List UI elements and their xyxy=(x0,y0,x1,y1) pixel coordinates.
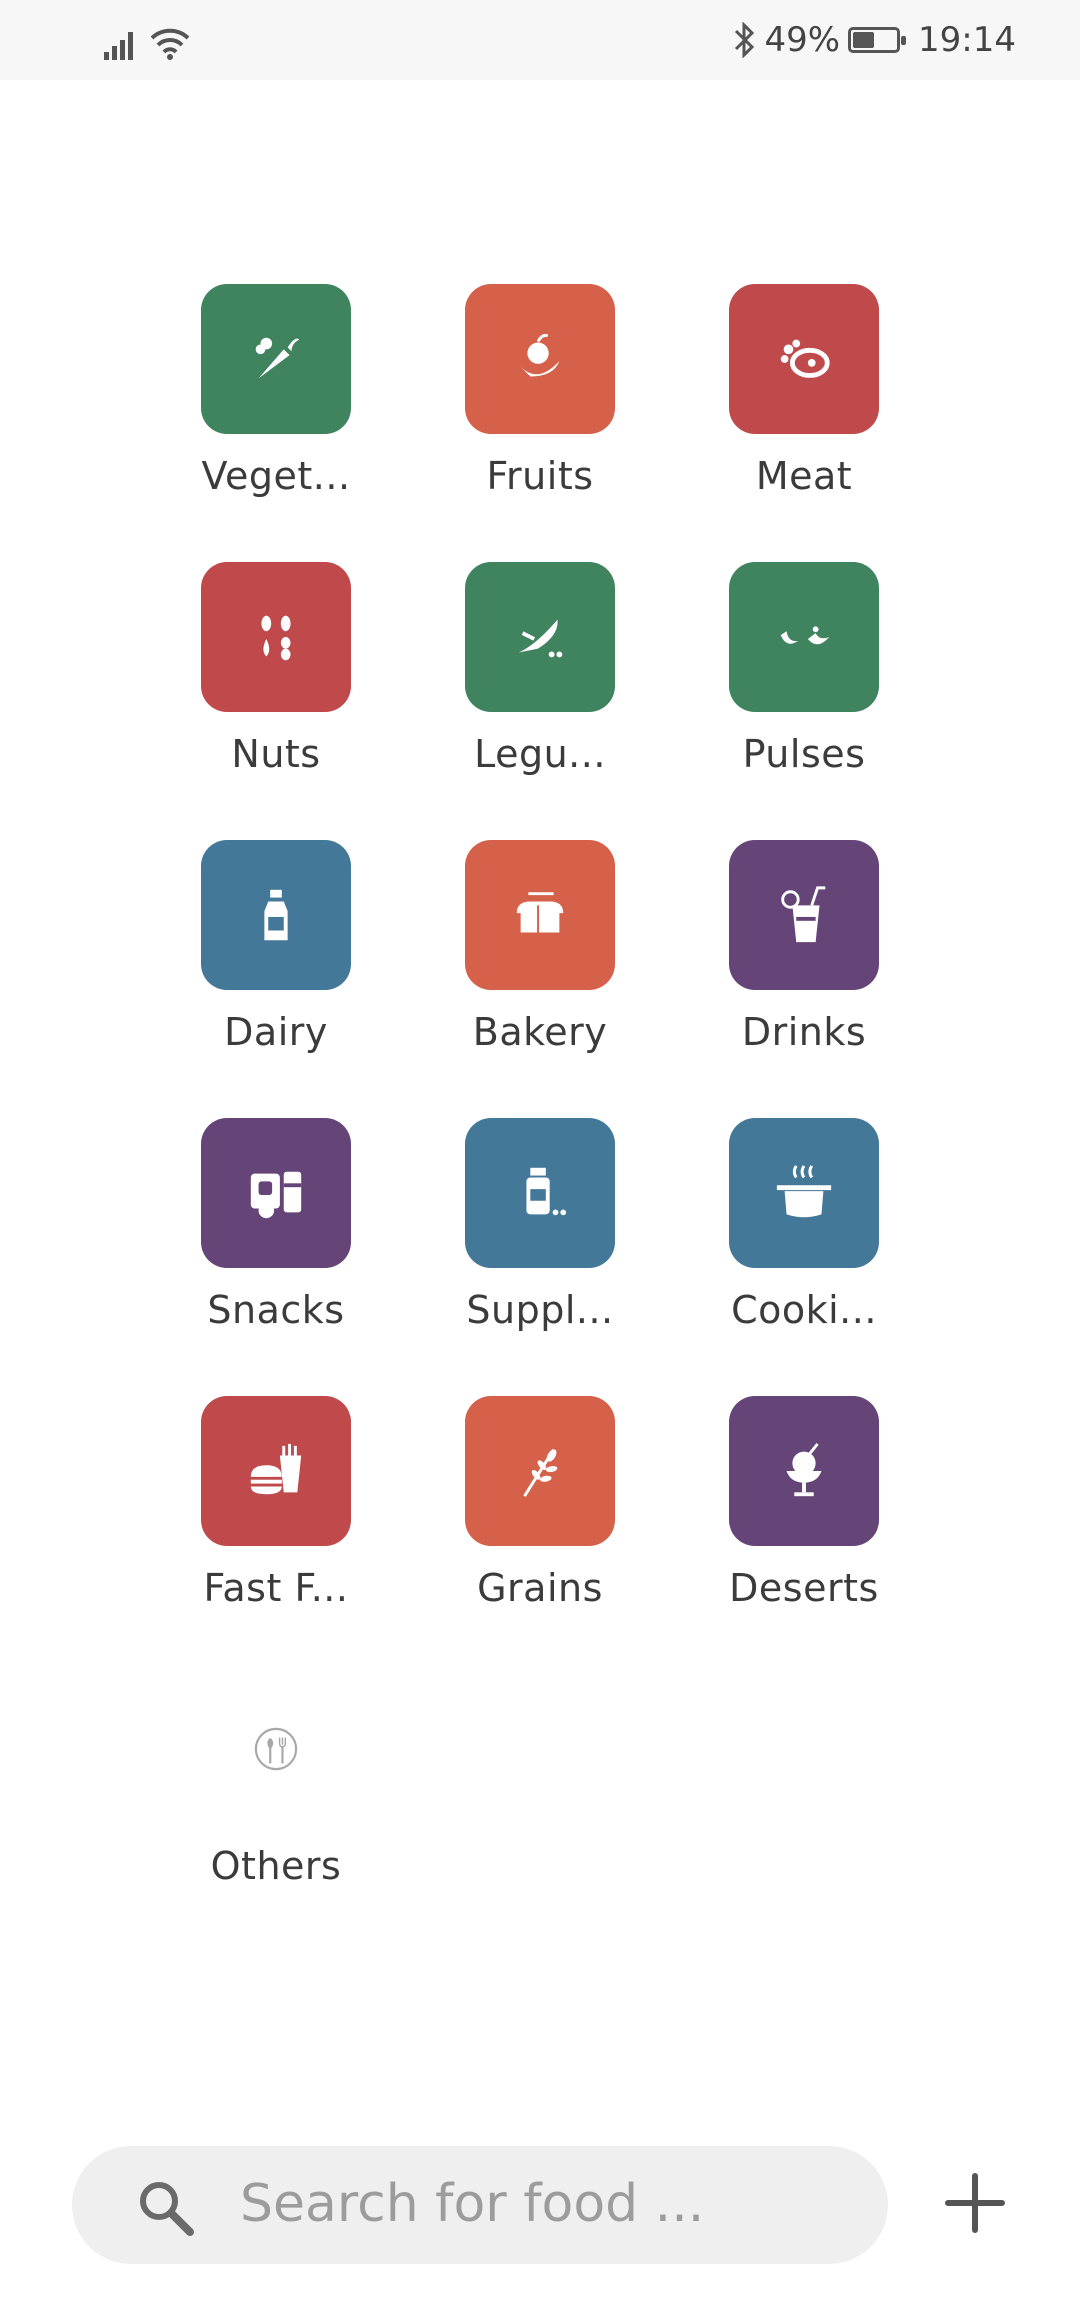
category-icon-box xyxy=(201,1396,351,1546)
category-icon-box xyxy=(201,1118,351,1268)
category-meat[interactable]: Meat xyxy=(672,284,936,514)
category-icon-box xyxy=(201,562,351,712)
wheat-icon xyxy=(523,1448,558,1497)
category-icon-box xyxy=(729,840,879,990)
category-icon-box xyxy=(465,284,615,434)
category-deserts[interactable]: Deserts xyxy=(672,1396,936,1626)
category-cooking[interactable]: Cooki... xyxy=(672,1118,936,1348)
category-snacks[interactable]: Snacks xyxy=(144,1118,408,1348)
category-label: Snacks xyxy=(207,1288,345,1332)
category-legumes[interactable]: Legu... xyxy=(408,562,672,792)
category-label: Drinks xyxy=(741,1010,867,1054)
category-label: Bakery xyxy=(472,1010,608,1054)
category-label: Dairy xyxy=(224,1010,328,1054)
category-icon-box xyxy=(729,1118,879,1268)
fast-food-icon xyxy=(250,1443,302,1495)
category-label: Meat xyxy=(755,454,853,498)
category-supplements[interactable]: Suppl... xyxy=(408,1118,672,1348)
category-label: Others xyxy=(210,1844,342,1888)
category-icon-box xyxy=(465,840,615,990)
cooking-pot-icon xyxy=(776,1165,832,1218)
category-label: Cooki... xyxy=(731,1288,877,1332)
milk-bottle-icon xyxy=(264,889,288,941)
fruit-icon xyxy=(520,333,560,377)
cutlery-icon xyxy=(254,1727,298,1771)
category-icon-box xyxy=(729,284,879,434)
category-icon-box xyxy=(465,1118,615,1268)
category-pulses[interactable]: Pulses xyxy=(672,562,936,792)
ice-cream-icon xyxy=(786,1442,822,1497)
category-fast-food[interactable]: Fast F... xyxy=(144,1396,408,1626)
category-bakery[interactable]: Bakery xyxy=(408,840,672,1070)
category-others[interactable]: Others xyxy=(144,1674,408,1904)
search-bar[interactable]: Search for food ... xyxy=(72,2146,888,2264)
nuts-icon xyxy=(261,615,291,661)
category-label: Fruits xyxy=(486,454,594,498)
category-icon-box xyxy=(729,1396,879,1546)
category-grid: Veget... Fruits Meat Nuts Legu... Pulses… xyxy=(0,0,1080,2000)
category-label: Veget... xyxy=(201,454,351,498)
category-nuts[interactable]: Nuts xyxy=(144,562,408,792)
category-drinks[interactable]: Drinks xyxy=(672,840,936,1070)
category-label: Legu... xyxy=(474,732,606,776)
category-grains[interactable]: Grains xyxy=(408,1396,672,1626)
category-icon-box xyxy=(201,840,351,990)
meat-icon xyxy=(780,339,830,378)
category-vegetables[interactable]: Veget... xyxy=(144,284,408,514)
plus-icon[interactable] xyxy=(940,2168,1010,2238)
snacks-icon xyxy=(250,1171,302,1219)
category-label: Pulses xyxy=(742,732,866,776)
supplement-icon xyxy=(526,1167,567,1216)
search-input[interactable]: Search for food ... xyxy=(240,2174,704,2234)
category-label: Nuts xyxy=(231,732,321,776)
category-label: Suppl... xyxy=(466,1288,614,1332)
category-label: Grains xyxy=(477,1566,603,1610)
category-icon-box xyxy=(465,562,615,712)
search-icon xyxy=(140,2182,194,2236)
drink-icon xyxy=(781,886,826,943)
category-label: Fast F... xyxy=(203,1566,349,1610)
category-icon-box xyxy=(729,562,879,712)
legume-icon xyxy=(518,619,563,658)
category-icon-box xyxy=(201,1674,351,1824)
bread-icon xyxy=(516,892,564,933)
category-dairy[interactable]: Dairy xyxy=(144,840,408,1070)
category-icon-box xyxy=(465,1396,615,1546)
category-icon-box xyxy=(201,284,351,434)
pulses-icon xyxy=(780,626,830,645)
category-fruits[interactable]: Fruits xyxy=(408,284,672,514)
carrot-icon xyxy=(255,337,300,379)
category-label: Deserts xyxy=(729,1566,879,1610)
